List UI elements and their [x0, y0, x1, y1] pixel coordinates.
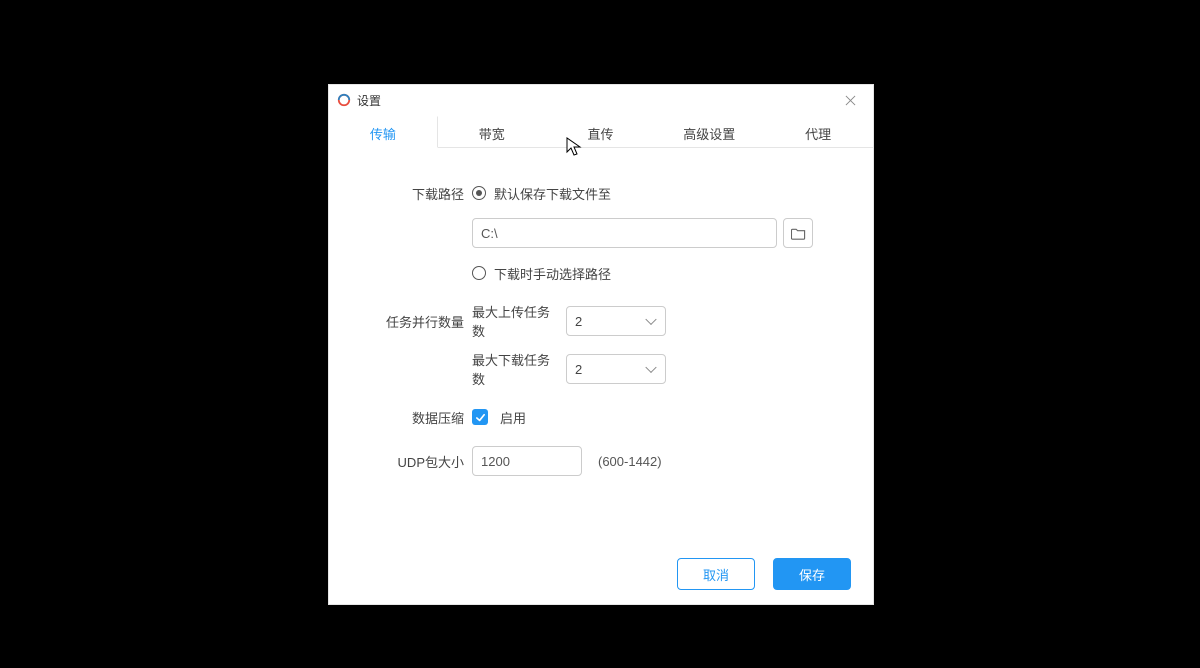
window-title: 设置: [357, 92, 381, 109]
download-path-input[interactable]: [472, 218, 777, 248]
tabs: 传输 带宽 直传 高级设置 代理: [329, 115, 873, 148]
checkbox-compression[interactable]: [472, 409, 488, 425]
select-max-upload[interactable]: 2: [566, 306, 666, 336]
tab-proxy[interactable]: 代理: [764, 116, 873, 148]
label-max-download: 最大下载任务数: [472, 350, 560, 388]
tab-panel-transfer: 下载路径 默认保存下载文件至: [329, 148, 873, 544]
radio-manual-path-label: 下载时手动选择路径: [494, 264, 611, 283]
tab-bandwidth[interactable]: 带宽: [438, 116, 547, 148]
tab-transfer[interactable]: 传输: [329, 116, 438, 148]
radio-default-path-label: 默认保存下载文件至: [494, 184, 611, 203]
select-max-download[interactable]: 2: [566, 354, 666, 384]
browse-folder-button[interactable]: [783, 218, 813, 248]
label-download-path: 下载路径: [369, 184, 472, 203]
radio-default-path[interactable]: 默认保存下载文件至: [472, 184, 611, 203]
select-max-upload-value: 2: [575, 314, 582, 329]
check-icon: [475, 412, 486, 423]
label-parallel-tasks: 任务并行数量: [369, 312, 472, 331]
tab-advanced[interactable]: 高级设置: [655, 116, 764, 148]
folder-icon: [791, 226, 806, 241]
save-button[interactable]: 保存: [773, 558, 851, 590]
select-max-download-value: 2: [575, 362, 582, 377]
radio-icon: [472, 186, 486, 200]
titlebar: 设置: [329, 85, 873, 115]
label-udp-size: UDP包大小: [369, 452, 472, 471]
dialog-footer: 取消 保存: [329, 544, 873, 604]
label-max-upload: 最大上传任务数: [472, 302, 560, 340]
app-icon: [337, 93, 351, 107]
udp-size-hint: (600-1442): [598, 454, 662, 469]
udp-size-input[interactable]: [472, 446, 582, 476]
radio-icon: [472, 266, 486, 280]
checkbox-compression-label: 启用: [500, 408, 526, 427]
settings-dialog: 设置 传输 带宽 直传 高级设置 代理 下载路径 默认保存下载文件至: [328, 84, 874, 605]
close-button[interactable]: [835, 85, 865, 115]
cancel-button[interactable]: 取消: [677, 558, 755, 590]
label-compression: 数据压缩: [369, 408, 472, 427]
radio-manual-path[interactable]: 下载时手动选择路径: [472, 264, 611, 283]
tab-direct[interactable]: 直传: [547, 116, 656, 148]
